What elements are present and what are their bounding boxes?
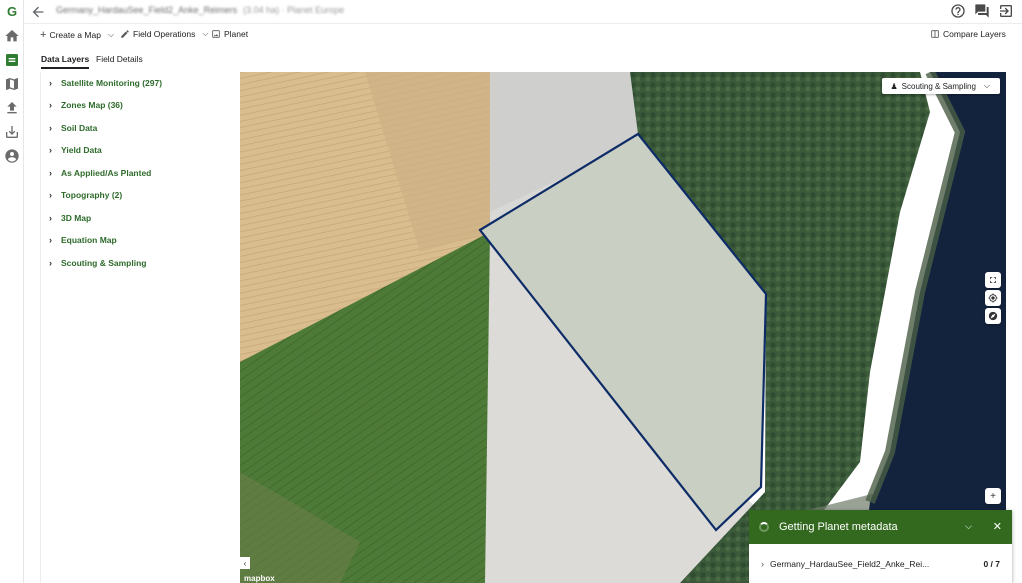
help-icon[interactable] [950,3,966,19]
layer-label: As Applied/As Planted [61,168,152,178]
layer-label: Equation Map [61,235,117,245]
chevron-right-icon: › [49,100,52,110]
chevron-right-icon: › [49,123,52,133]
compass-icon[interactable] [985,308,1001,324]
back-arrow-icon[interactable] [30,4,46,20]
layer-as-applied[interactable]: › As Applied/As Planted [49,168,151,178]
plus-icon: + [40,29,47,41]
planet-button[interactable]: Planet [211,29,248,39]
map-icon[interactable] [4,76,20,92]
map-view[interactable]: ♟ Scouting & Sampling ⌵ + ‹ mapbox [240,72,1006,583]
layer-label: Satellite Monitoring (297) [61,78,163,88]
app-logo[interactable]: G [4,4,20,20]
left-rail: G [0,0,24,583]
layer-label: Soil Data [61,123,98,133]
create-map-label: Create a Map [49,30,101,40]
notification-row[interactable]: › Germany_HardauSee_Field2_Anke_Rei... 0… [749,544,1012,583]
chevron-right-icon: › [49,78,52,88]
planet-label: Planet [224,29,249,39]
chevron-down-icon: ⌵ [983,81,990,90]
chevron-right-icon: › [49,235,52,245]
scouting-sampling-label: Scouting & Sampling [901,81,976,91]
locate-icon[interactable] [985,290,1001,306]
collapse-notification-button[interactable]: ⌵ [965,521,972,532]
tab-field-details[interactable]: Field Details [96,54,143,64]
field-operations-label: Field Operations [133,29,196,39]
layer-label: Topography (2) [61,190,123,200]
notification-row-label: Germany_HardauSee_Field2_Anke_Rei... [770,558,930,569]
field-subtitle: (3.04 ha) · Planet Europe [243,5,345,15]
upload-icon[interactable] [4,100,20,116]
notification-title: Getting Planet metadata [779,521,898,533]
zoom-in-button[interactable]: + [985,488,1001,504]
compare-icon [931,30,939,38]
close-notification-button[interactable]: ✕ [993,520,1002,533]
layer-label: Zones Map (36) [61,100,123,110]
image-icon [212,30,220,38]
page-title: Germany_HardauSee_Field2_Anke_Reimers (3.… [56,5,344,15]
layer-3d-map[interactable]: › 3D Map [49,213,91,223]
tab-data-layers[interactable]: Data Layers [41,54,90,69]
home-icon[interactable] [4,28,20,44]
compare-layers-button[interactable]: Compare Layers [930,29,1006,39]
satellite-imagery [240,72,1006,583]
field-name: Germany_HardauSee_Field2_Anke_Reimers [56,5,238,15]
fields-icon[interactable] [4,52,20,68]
layer-label: Scouting & Sampling [61,258,147,268]
chevron-right-icon: › [49,145,52,155]
chevron-right-icon: › [761,558,764,569]
logout-icon[interactable] [998,3,1014,19]
feedback-icon[interactable] [974,3,990,19]
chevron-right-icon: › [49,168,52,178]
collapse-panel-button[interactable]: ‹ [240,557,250,569]
layer-zones-map[interactable]: › Zones Map (36) [49,100,123,110]
field-operations-button[interactable]: Field Operations ⌵ [120,29,208,39]
chevron-right-icon: › [49,190,52,200]
layer-topography[interactable]: › Topography (2) [49,190,122,200]
scouting-sampling-button[interactable]: ♟ Scouting & Sampling ⌵ [882,78,1000,94]
tab-bar: Data Layers Field Details [24,50,240,70]
layer-satellite-monitoring[interactable]: › Satellite Monitoring (297) [49,78,162,88]
notification-header: Getting Planet metadata ⌵ ✕ [749,510,1012,544]
notification-panel: Getting Planet metadata ⌵ ✕ › Germany_Ha… [749,510,1012,583]
pencil-icon [121,30,129,38]
toolbar: + Create a Map ⌵ Field Operations ⌵ Plan… [24,25,1022,47]
account-icon[interactable] [4,148,20,164]
create-map-button[interactable]: + Create a Map ⌵ [40,29,114,41]
layer-yield-data[interactable]: › Yield Data [49,145,102,155]
person-pin-icon: ♟ [890,81,898,91]
fullscreen-icon[interactable] [985,272,1001,288]
data-layers-list: › Satellite Monitoring (297) › Zones Map (… [40,72,240,583]
chevron-right-icon: › [49,213,52,223]
compare-layers-label: Compare Layers [943,29,1006,39]
mapbox-attribution[interactable]: mapbox [244,574,275,583]
layer-equation-map[interactable]: › Equation Map [49,235,117,245]
layer-label: 3D Map [61,213,92,223]
notification-row-count: 0 / 7 [983,558,1000,569]
chevron-down-icon: ⌵ [202,29,209,38]
download-icon[interactable] [4,124,20,140]
chevron-right-icon: › [49,258,52,268]
chevron-down-icon: ⌵ [107,30,115,39]
top-bar: Germany_HardauSee_Field2_Anke_Reimers (3.… [24,0,1022,24]
layer-scouting-sampling[interactable]: › Scouting & Sampling [49,258,146,268]
loading-spinner-icon [759,522,769,532]
layer-label: Yield Data [61,145,102,155]
layer-soil-data[interactable]: › Soil Data [49,123,97,133]
